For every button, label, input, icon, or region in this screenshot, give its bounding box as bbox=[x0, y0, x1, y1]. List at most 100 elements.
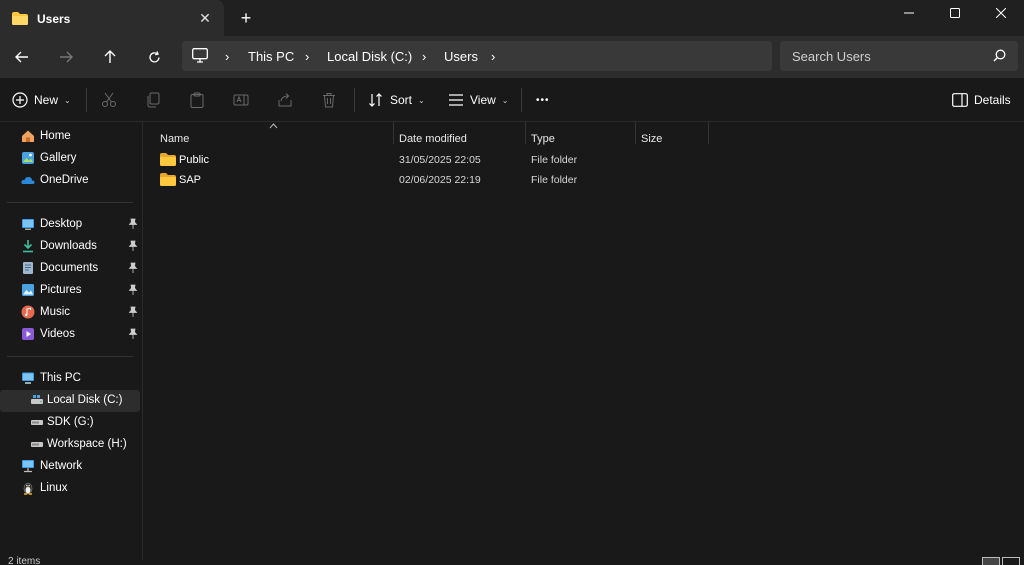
drive-icon bbox=[31, 395, 43, 404]
divider bbox=[354, 88, 355, 112]
chevron-down-icon: ⌄ bbox=[501, 95, 509, 105]
trash-icon bbox=[323, 93, 335, 108]
drive-icon bbox=[31, 442, 43, 447]
folder-icon bbox=[160, 153, 176, 166]
back-button[interactable] bbox=[7, 44, 37, 70]
minimize-icon bbox=[904, 12, 914, 14]
videos-icon bbox=[22, 328, 34, 340]
search-icon[interactable] bbox=[993, 49, 1006, 65]
table-row[interactable]: SAP 02/06/2025 22:19 File folder bbox=[158, 170, 718, 190]
rename-button[interactable] bbox=[233, 90, 249, 110]
breadcrumb-users[interactable]: Users bbox=[444, 49, 478, 64]
view-button[interactable]: View ⌄ bbox=[448, 90, 509, 110]
minimize-button[interactable] bbox=[886, 0, 932, 26]
sidebar-item-linux[interactable]: Linux bbox=[0, 478, 140, 500]
breadcrumb-separator[interactable]: › bbox=[491, 49, 495, 64]
sidebar-item-downloads[interactable]: Downloads bbox=[0, 236, 140, 258]
sidebar-item-gallery[interactable]: Gallery bbox=[0, 148, 140, 170]
divider bbox=[7, 356, 133, 357]
address-row: › This PC › Local Disk (C:) › Users › Se… bbox=[0, 36, 1024, 78]
sidebar-item-this-pc[interactable]: This PC bbox=[0, 368, 140, 390]
cut-button[interactable] bbox=[101, 90, 117, 110]
sidebar-item-network[interactable]: Network bbox=[0, 456, 140, 478]
sidebar-item-label: SDK (G:) bbox=[47, 416, 94, 428]
sort-button[interactable]: Sort ⌄ bbox=[368, 90, 425, 110]
sidebar-item-label: Music bbox=[40, 306, 71, 318]
column-header-type[interactable]: Type bbox=[531, 133, 555, 145]
copy-icon bbox=[147, 92, 160, 108]
arrow-up-icon bbox=[104, 50, 116, 63]
details-view-button[interactable] bbox=[982, 557, 1000, 565]
refresh-button[interactable] bbox=[139, 44, 169, 70]
arrow-left-icon bbox=[15, 51, 28, 63]
divider bbox=[86, 88, 87, 112]
share-button[interactable] bbox=[277, 90, 293, 110]
up-button[interactable] bbox=[95, 44, 125, 70]
more-options-button[interactable]: ••• bbox=[536, 90, 550, 110]
breadcrumb-this-pc[interactable]: This PC bbox=[248, 49, 294, 64]
navigation-pane: Home Gallery OneDrive Desktop Downloads … bbox=[0, 122, 143, 560]
address-bar[interactable]: › This PC › Local Disk (C:) › Users › bbox=[182, 41, 772, 71]
new-tab-button[interactable]: + bbox=[237, 8, 255, 28]
sidebar-item-home[interactable]: Home bbox=[0, 126, 140, 148]
copy-button[interactable] bbox=[145, 90, 161, 110]
this-pc-icon[interactable] bbox=[192, 48, 208, 66]
breadcrumb-separator[interactable]: › bbox=[305, 49, 309, 64]
new-button[interactable]: New ⌄ bbox=[12, 90, 71, 110]
pin-icon bbox=[128, 218, 138, 229]
view-icon bbox=[449, 94, 463, 106]
details-button[interactable]: Details bbox=[952, 90, 1011, 110]
sidebar-item-music[interactable]: Music bbox=[0, 302, 140, 324]
file-name: SAP bbox=[179, 174, 202, 186]
sort-label: Sort bbox=[390, 93, 413, 107]
delete-button[interactable] bbox=[321, 90, 337, 110]
search-input[interactable]: Search Users bbox=[780, 41, 1018, 71]
sidebar-item-onedrive[interactable]: OneDrive bbox=[0, 170, 140, 192]
maximize-button[interactable] bbox=[932, 0, 978, 26]
search-placeholder: Search Users bbox=[792, 49, 871, 64]
table-row[interactable]: Public 31/05/2025 22:05 File folder bbox=[158, 150, 718, 170]
breadcrumb-separator[interactable]: › bbox=[225, 49, 229, 64]
column-divider[interactable] bbox=[393, 122, 394, 144]
desktop-icon bbox=[22, 219, 34, 230]
folder-icon bbox=[160, 173, 176, 186]
sidebar-item-label: OneDrive bbox=[40, 174, 89, 186]
sidebar-item-documents[interactable]: Documents bbox=[0, 258, 140, 280]
sidebar-item-videos[interactable]: Videos bbox=[0, 324, 140, 346]
title-bar: Users ✕ + bbox=[0, 0, 1024, 36]
column-divider[interactable] bbox=[635, 122, 636, 144]
pin-icon bbox=[128, 306, 138, 317]
close-window-button[interactable] bbox=[978, 0, 1024, 26]
command-bar: New ⌄ Sort ⌄ View ⌄ ••• Details bbox=[0, 78, 1024, 122]
column-divider[interactable] bbox=[708, 122, 709, 144]
column-divider[interactable] bbox=[525, 122, 526, 144]
column-header-size[interactable]: Size bbox=[641, 133, 662, 145]
home-icon bbox=[22, 130, 34, 142]
paste-button[interactable] bbox=[189, 90, 205, 110]
sidebar-item-label: Pictures bbox=[40, 284, 82, 296]
sidebar-item-pictures[interactable]: Pictures bbox=[0, 280, 140, 302]
pin-icon bbox=[128, 328, 138, 339]
breadcrumb-local-disk[interactable]: Local Disk (C:) bbox=[327, 49, 412, 64]
details-label: Details bbox=[974, 93, 1011, 107]
file-date-modified: 02/06/2025 22:19 bbox=[399, 174, 481, 186]
column-header-date-modified[interactable]: Date modified bbox=[399, 133, 467, 145]
tab-users[interactable]: Users ✕ bbox=[0, 0, 224, 36]
pin-icon bbox=[128, 240, 138, 251]
gallery-icon bbox=[22, 152, 34, 164]
breadcrumb-separator[interactable]: › bbox=[422, 49, 426, 64]
maximize-icon bbox=[950, 8, 960, 18]
column-header-name[interactable]: Name bbox=[160, 133, 189, 145]
sidebar-item-desktop[interactable]: Desktop bbox=[0, 214, 140, 236]
plus-circle-icon bbox=[12, 92, 28, 108]
close-tab-icon[interactable]: ✕ bbox=[197, 9, 213, 27]
sidebar-item-label: Network bbox=[40, 460, 83, 472]
forward-button[interactable] bbox=[51, 44, 81, 70]
sidebar-item-label: Documents bbox=[40, 262, 99, 274]
sidebar-item-label: Linux bbox=[40, 482, 68, 494]
sidebar-item-sdk-drive[interactable]: SDK (G:) bbox=[0, 412, 140, 434]
sidebar-item-workspace-drive[interactable]: Workspace (H:) bbox=[0, 434, 140, 456]
tiles-view-button[interactable] bbox=[1002, 557, 1020, 565]
sidebar-item-local-disk[interactable]: Local Disk (C:) bbox=[0, 390, 140, 412]
sidebar-item-label: Desktop bbox=[40, 218, 83, 230]
